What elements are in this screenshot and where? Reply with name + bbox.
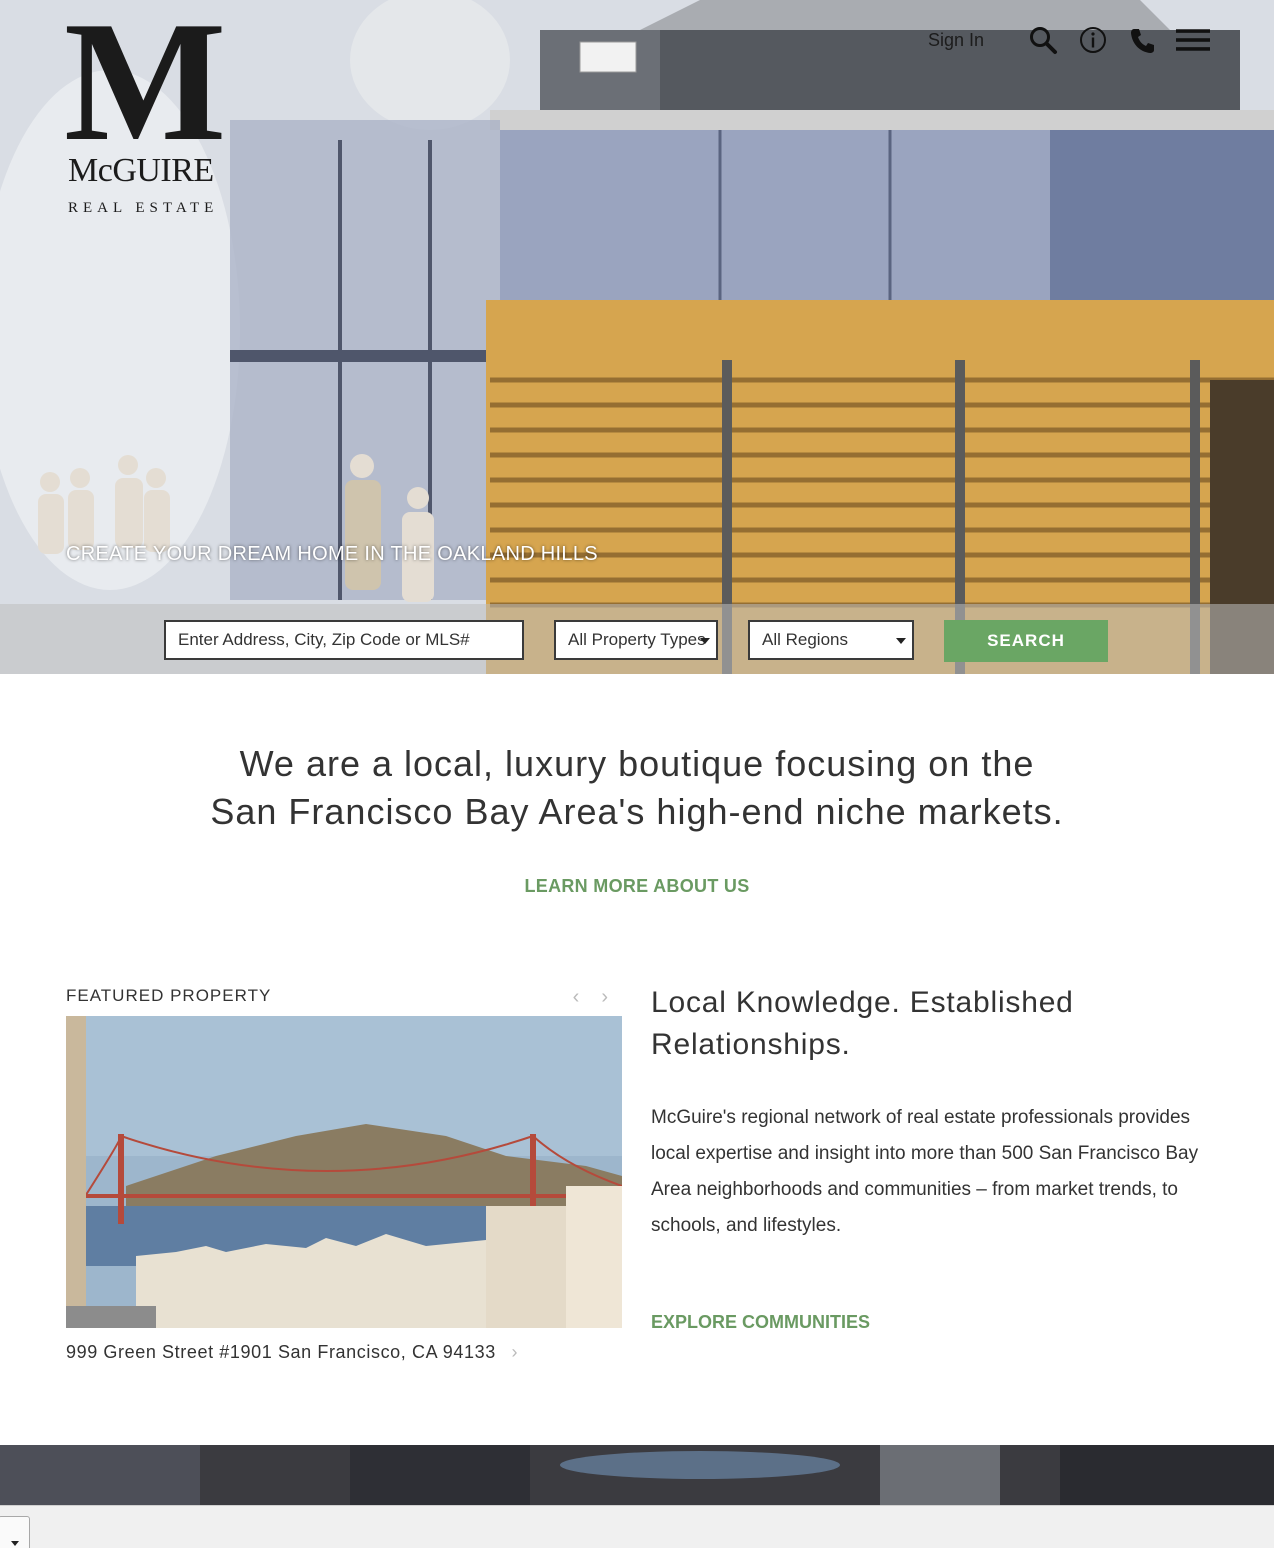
hero-tagline: CREATE YOUR DREAM HOME IN THE OAKLAND HI… [66,543,598,565]
featured-address-link[interactable]: 999 Green Street #1901 San Francisco, CA… [66,1342,518,1363]
logo-letter: M [64,0,226,177]
knowledge-title-line-2: Relationships. [651,1028,851,1061]
chevron-down-icon [700,638,710,644]
chevron-right-icon: › [511,1342,519,1362]
intro-line-1: We are a local, luxury boutique focusing… [239,743,1035,784]
region-select[interactable]: All Regions [748,620,914,660]
search-icon[interactable] [1026,23,1060,57]
carousel-arrows: ‹ › [573,986,608,1009]
logo-name: McGUIRE [68,152,214,189]
address-search-input[interactable]: Enter Address, City, Zip Code or MLS# [164,620,524,660]
chevron-down-icon [896,638,906,644]
property-type-select[interactable]: All Property Types [554,620,718,660]
knowledge-body: McGuire's regional network of real estat… [651,1107,1199,1236]
knowledge-title-line-1: Local Knowledge. Established [651,986,1074,1019]
property-type-value: All Property Types [568,630,706,649]
browser-bottom-bar [0,1505,1274,1548]
menu-icon[interactable] [1176,23,1210,57]
intro-line-2: San Francisco Bay Area's high-end niche … [210,791,1064,832]
featured-label: FEATURED PROPERTY [66,986,272,1005]
mcguire-logo[interactable]: M McGUIRE REAL ESTATE [64,0,234,216]
carousel-next-button[interactable]: › [601,986,608,1009]
next-section-image [0,1445,1274,1505]
learn-more-link[interactable]: LEARN MORE ABOUT US [524,876,749,897]
featured-address: 999 Green Street #1901 San Francisco, CA… [66,1342,496,1362]
info-icon[interactable] [1076,23,1110,57]
intro-section: We are a local, luxury boutique focusing… [0,740,1274,897]
featured-property-photo[interactable] [66,1016,622,1328]
logo-subtitle: REAL ESTATE [68,200,219,216]
property-search-bar: Enter Address, City, Zip Code or MLS# Al… [0,604,1274,674]
carousel-prev-button[interactable]: ‹ [573,986,580,1009]
local-knowledge-section: Local Knowledge. Established Relationshi… [651,982,1211,1332]
hero-banner: M McGUIRE REAL ESTATE Sign In CREATE YOU… [0,0,1274,674]
region-value: All Regions [762,630,848,649]
search-button[interactable]: SEARCH [944,620,1108,662]
phone-icon[interactable] [1126,23,1160,57]
dropdown-toggle-button[interactable] [0,1516,30,1548]
sign-in-link[interactable]: Sign In [928,30,984,51]
featured-property: FEATURED PROPERTY ‹ › 999 Green Street #… [66,986,622,1362]
top-navigation: Sign In [928,22,1210,58]
explore-communities-link[interactable]: EXPLORE COMMUNITIES [651,1312,870,1333]
knowledge-title: Local Knowledge. Established Relationshi… [651,982,1211,1066]
